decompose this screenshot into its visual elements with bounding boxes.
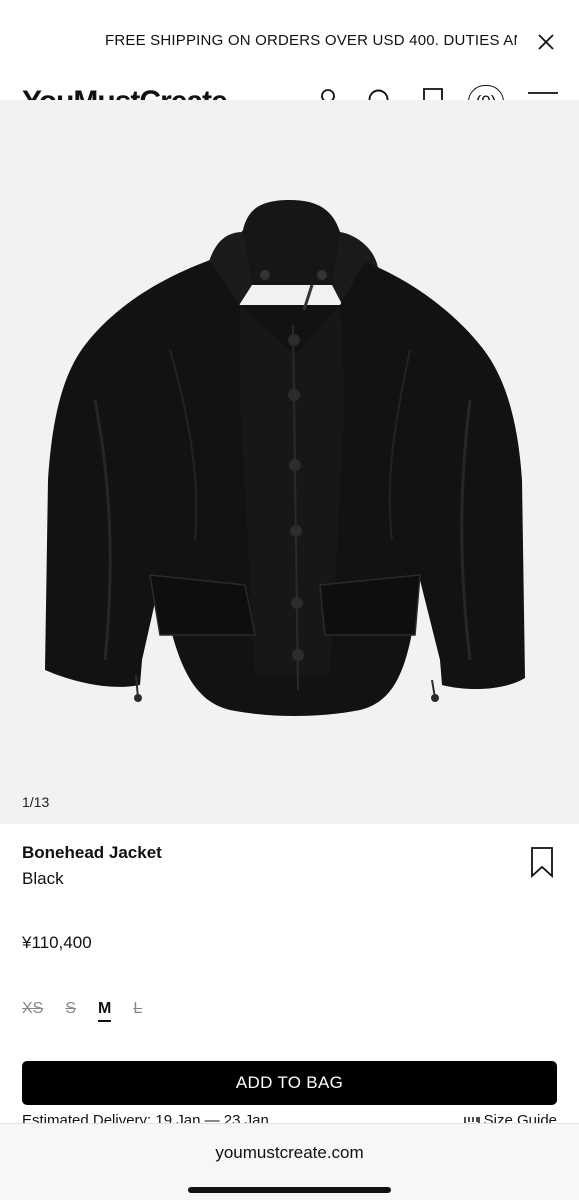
product-image[interactable] bbox=[0, 100, 579, 824]
product-price: ¥110,400 bbox=[22, 933, 92, 952]
wishlist-bookmark-icon[interactable] bbox=[528, 846, 556, 879]
home-indicator[interactable] bbox=[188, 1187, 391, 1193]
size-option-l[interactable]: L bbox=[133, 1000, 142, 1022]
gallery-counter: 1/13 bbox=[22, 794, 50, 810]
size-option-s[interactable]: S bbox=[65, 1000, 76, 1022]
browser-address-bar: youmustcreate.com bbox=[0, 1123, 579, 1200]
add-to-bag-button[interactable]: ADD TO BAG bbox=[22, 1061, 557, 1105]
size-option-m[interactable]: M bbox=[98, 1000, 112, 1022]
product-title: Bonehead Jacket bbox=[22, 843, 162, 862]
product-gallery[interactable]: 1/13 bbox=[0, 100, 579, 824]
product-color: Black bbox=[22, 869, 64, 888]
announcement-bar: FREE SHIPPING ON ORDERS OVER USD 400. DU… bbox=[0, 0, 579, 84]
close-icon[interactable] bbox=[533, 29, 559, 55]
browser-url[interactable]: youmustcreate.com bbox=[0, 1143, 579, 1163]
size-option-xs[interactable]: XS bbox=[22, 1000, 43, 1022]
announcement-text: FREE SHIPPING ON ORDERS OVER USD 400. DU… bbox=[105, 32, 517, 49]
size-selector: XS S M L bbox=[22, 1000, 164, 1022]
